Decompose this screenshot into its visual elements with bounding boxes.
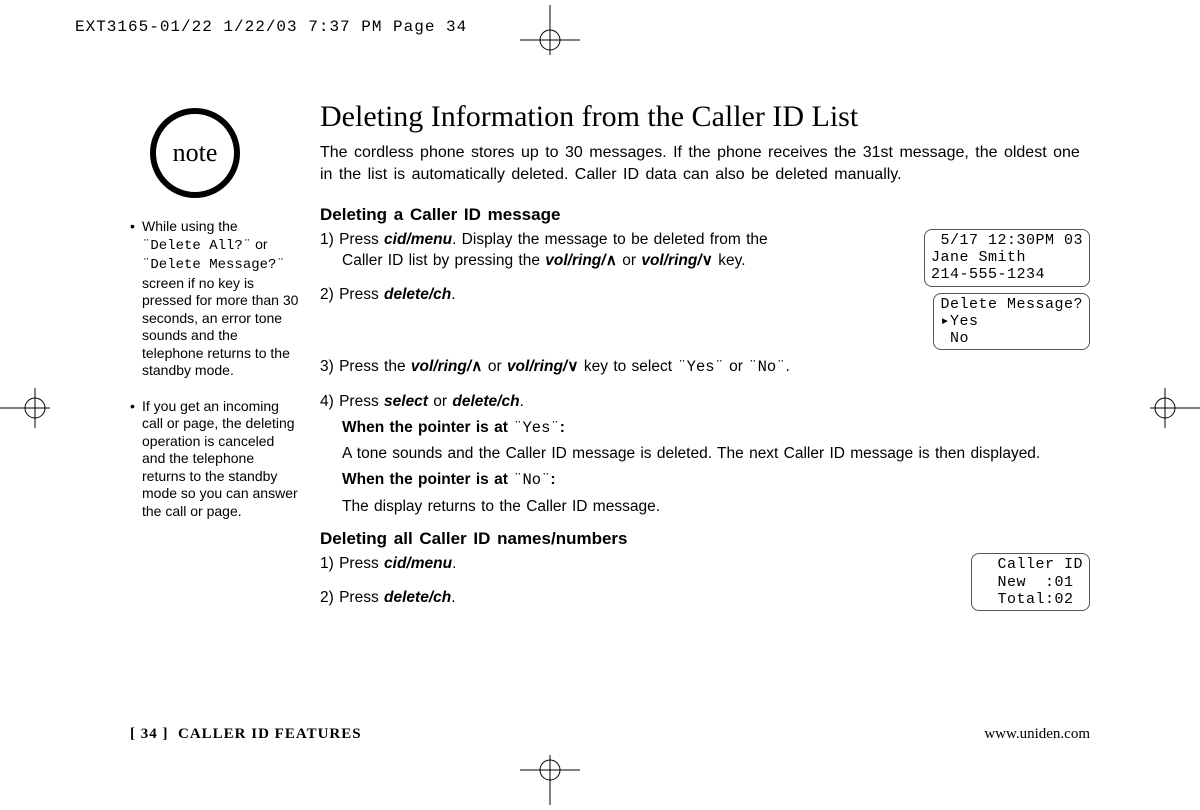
- section-label: CALLER ID FEATURES: [178, 726, 362, 742]
- intro-paragraph: The cordless phone stores up to 30 messa…: [320, 142, 1090, 187]
- step-a2: 2) Press delete/ch.: [320, 284, 904, 306]
- note-sidebar: note While using the ¨Delete All?¨ or ¨D…: [130, 100, 300, 538]
- page-footer: [ 34 ] CALLER ID FEATURES www.uniden.com: [130, 726, 1090, 743]
- main-content: Deleting Information from the Caller ID …: [300, 100, 1090, 617]
- step-a3: 3) Press the vol/ring/∧ or vol/ring/∨ ke…: [320, 356, 1090, 379]
- page-number: [ 34 ]: [130, 726, 169, 742]
- registration-mark-left: [0, 388, 50, 433]
- page-title: Deleting Information from the Caller ID …: [320, 100, 1090, 134]
- print-slug: EXT3165-01/22 1/22/03 7:37 PM Page 34: [75, 18, 467, 36]
- lcd-delete-prompt: Delete Message? ▸Yes No: [933, 293, 1090, 351]
- lcd-caller-id-summary: Caller ID New :01 Total:02: [971, 553, 1090, 611]
- registration-mark-bottom: [520, 755, 580, 810]
- lcd-caller-entry: 5/17 12:30PM 03 Jane Smith 214-555-1234: [924, 229, 1090, 287]
- registration-mark-top: [520, 5, 580, 60]
- step-a4: 4) Press select or delete/ch. When the p…: [320, 391, 1090, 517]
- section-a-heading: Deleting a Caller ID message: [320, 205, 1090, 225]
- step-b2: 2) Press delete/ch.: [320, 587, 951, 609]
- registration-mark-right: [1150, 388, 1200, 433]
- section-b-heading: Deleting all Caller ID names/numbers: [320, 529, 1090, 549]
- footer-url: www.uniden.com: [984, 726, 1090, 743]
- note-item-2: If you get an incoming call or page, the…: [130, 398, 300, 521]
- step-a1: 1) Press cid/menu. Display the message t…: [320, 229, 812, 272]
- page-body: note While using the ¨Delete All?¨ or ¨D…: [130, 100, 1090, 617]
- note-icon: note: [150, 108, 240, 198]
- step-b1: 1) Press cid/menu.: [320, 553, 951, 575]
- note-item-1: While using the ¨Delete All?¨ or ¨Delete…: [130, 218, 300, 380]
